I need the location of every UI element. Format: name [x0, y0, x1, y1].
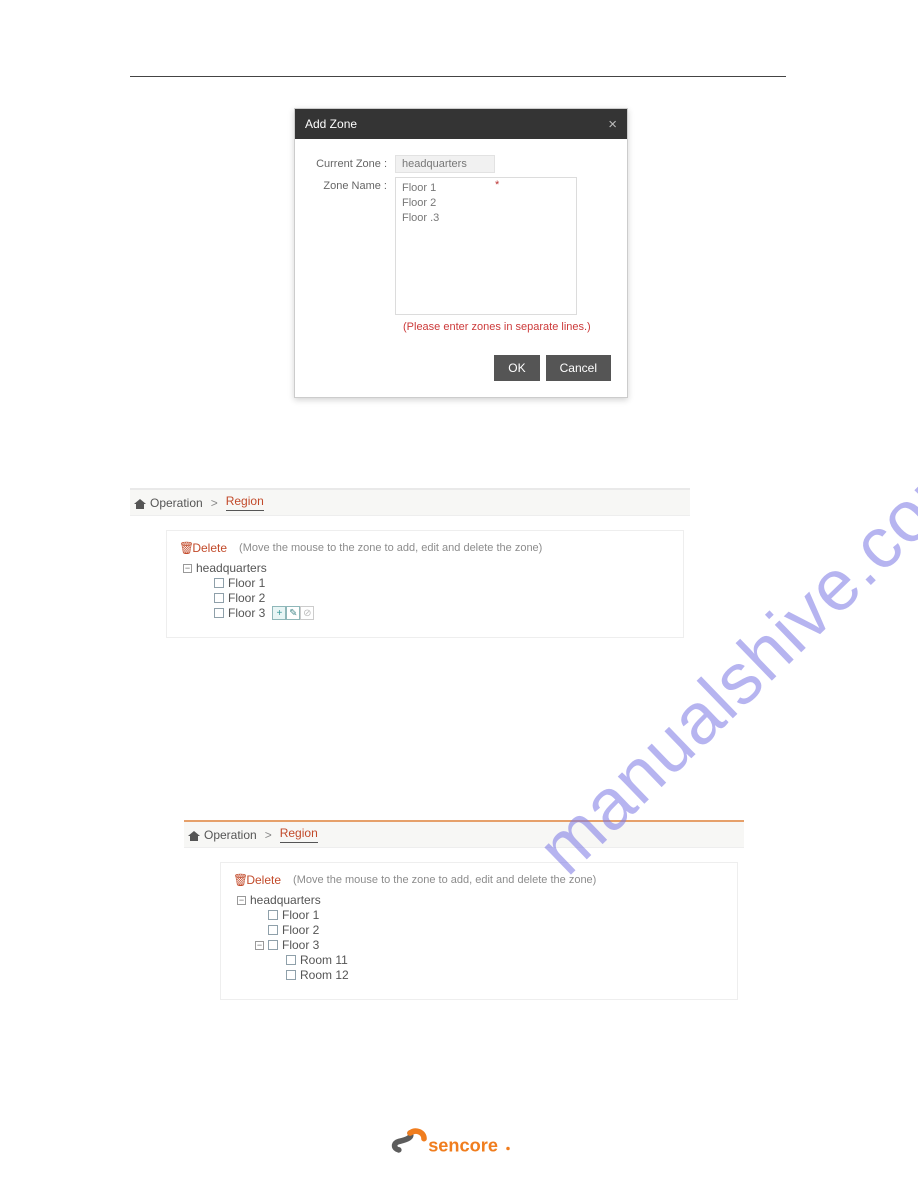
breadcrumb: Operation > Region: [184, 820, 744, 848]
collapse-icon[interactable]: −: [255, 941, 264, 950]
zone-tree: − headquarters Floor 1 Floor 2: [233, 893, 725, 982]
tree-root-label: headquarters: [250, 893, 321, 907]
panel-body: 🗑 Delete (Move the mouse to the zone to …: [166, 530, 684, 638]
tree-node-label: Floor 1: [282, 908, 319, 922]
tree-node[interactable]: − Floor 3 Room 11: [255, 938, 725, 982]
checkbox[interactable]: [214, 593, 224, 603]
checkbox[interactable]: [286, 955, 296, 965]
tree-node-label: Floor 2: [228, 591, 265, 605]
logo-text: sencore: [428, 1135, 498, 1155]
spacer: [201, 594, 210, 603]
tree-node-label: Floor 2: [282, 923, 319, 937]
sencore-logo: sencore: [0, 1126, 918, 1164]
checkbox[interactable]: [268, 910, 278, 920]
add-icon[interactable]: +: [272, 606, 286, 620]
breadcrumb: Operation > Region: [130, 488, 690, 516]
tree-node-label: Room 11: [300, 953, 348, 967]
zone-name-input[interactable]: [395, 177, 577, 315]
dialog-body: Current Zone : headquarters Zone Name : …: [295, 139, 627, 341]
instruction-text: (Move the mouse to the zone to add, edit…: [239, 542, 542, 554]
crumb-operation[interactable]: Operation: [150, 496, 203, 510]
dialog-title: Add Zone: [305, 117, 357, 131]
spacer: [201, 579, 210, 588]
spacer: [201, 609, 210, 618]
crumb-region[interactable]: Region: [280, 826, 318, 843]
tree-node[interactable]: Room 11: [273, 953, 725, 967]
tree-node[interactable]: Floor 2: [255, 923, 725, 937]
trash-icon: 🗑: [233, 873, 243, 887]
ok-button[interactable]: OK: [494, 355, 539, 381]
delete-icon[interactable]: ⊘: [300, 606, 314, 620]
tree-node[interactable]: Floor 3 + ✎ ⊘: [201, 606, 671, 620]
instruction-text: (Move the mouse to the zone to add, edit…: [293, 874, 596, 886]
collapse-icon[interactable]: −: [237, 896, 246, 905]
tree-node-label: Room 12: [300, 968, 349, 982]
crumb-separator: >: [211, 496, 218, 510]
toolbar: 🗑 Delete (Move the mouse to the zone to …: [179, 541, 671, 555]
tree-node-label: Floor 3: [228, 606, 265, 620]
tree-node[interactable]: Floor 2: [201, 591, 671, 605]
close-icon[interactable]: ×: [608, 116, 617, 133]
panel-body: 🗑 Delete (Move the mouse to the zone to …: [220, 862, 738, 1000]
delete-button[interactable]: 🗑 Delete: [179, 541, 227, 555]
region-panel-1: Operation > Region 🗑 Delete (Move the mo…: [130, 488, 690, 658]
tree-root-label: headquarters: [196, 561, 267, 575]
tree-node[interactable]: Floor 1: [255, 908, 725, 922]
crumb-separator: >: [265, 828, 272, 842]
collapse-icon[interactable]: −: [183, 564, 192, 573]
checkbox[interactable]: [214, 608, 224, 618]
spacer: [255, 926, 264, 935]
dialog-footer: OK Cancel: [295, 341, 627, 397]
spacer: [273, 971, 282, 980]
tree-root[interactable]: − headquarters: [183, 561, 671, 575]
checkbox[interactable]: [214, 578, 224, 588]
region-panel-2: Operation > Region 🗑 Delete (Move the mo…: [184, 820, 744, 1020]
tree-node[interactable]: Room 12: [273, 968, 725, 982]
current-zone-label: Current Zone :: [311, 155, 395, 173]
cancel-button[interactable]: Cancel: [546, 355, 611, 381]
checkbox[interactable]: [268, 925, 278, 935]
zone-tree: − headquarters Floor 1 Floor 2: [179, 561, 671, 620]
crumb-operation[interactable]: Operation: [204, 828, 257, 842]
tree-root[interactable]: − headquarters: [237, 893, 725, 907]
delete-label: Delete: [192, 541, 227, 555]
delete-label: Delete: [246, 873, 281, 887]
required-mark: *: [495, 179, 499, 191]
zone-name-label: Zone Name :: [311, 177, 395, 315]
current-zone-value: headquarters: [395, 155, 495, 173]
add-zone-dialog: Add Zone × Current Zone : headquarters Z…: [294, 108, 628, 398]
edit-icon[interactable]: ✎: [286, 606, 300, 620]
tree-node-label: Floor 1: [228, 576, 265, 590]
row-tools: + ✎ ⊘: [272, 606, 314, 620]
tree-node-label: Floor 3: [282, 938, 319, 952]
checkbox[interactable]: [286, 970, 296, 980]
dialog-header: Add Zone ×: [295, 109, 627, 139]
zone-name-row: Zone Name : *: [311, 177, 611, 315]
trash-icon: 🗑: [179, 541, 189, 555]
zone-name-hint: (Please enter zones in separate lines.): [403, 321, 611, 333]
spacer: [273, 956, 282, 965]
delete-button[interactable]: 🗑 Delete: [233, 873, 281, 887]
spacer: [255, 911, 264, 920]
current-zone-row: Current Zone : headquarters: [311, 155, 611, 173]
tree-node[interactable]: Floor 1: [201, 576, 671, 590]
toolbar: 🗑 Delete (Move the mouse to the zone to …: [233, 873, 725, 887]
page-rule: [130, 76, 786, 77]
crumb-region[interactable]: Region: [226, 494, 264, 511]
checkbox[interactable]: [268, 940, 278, 950]
